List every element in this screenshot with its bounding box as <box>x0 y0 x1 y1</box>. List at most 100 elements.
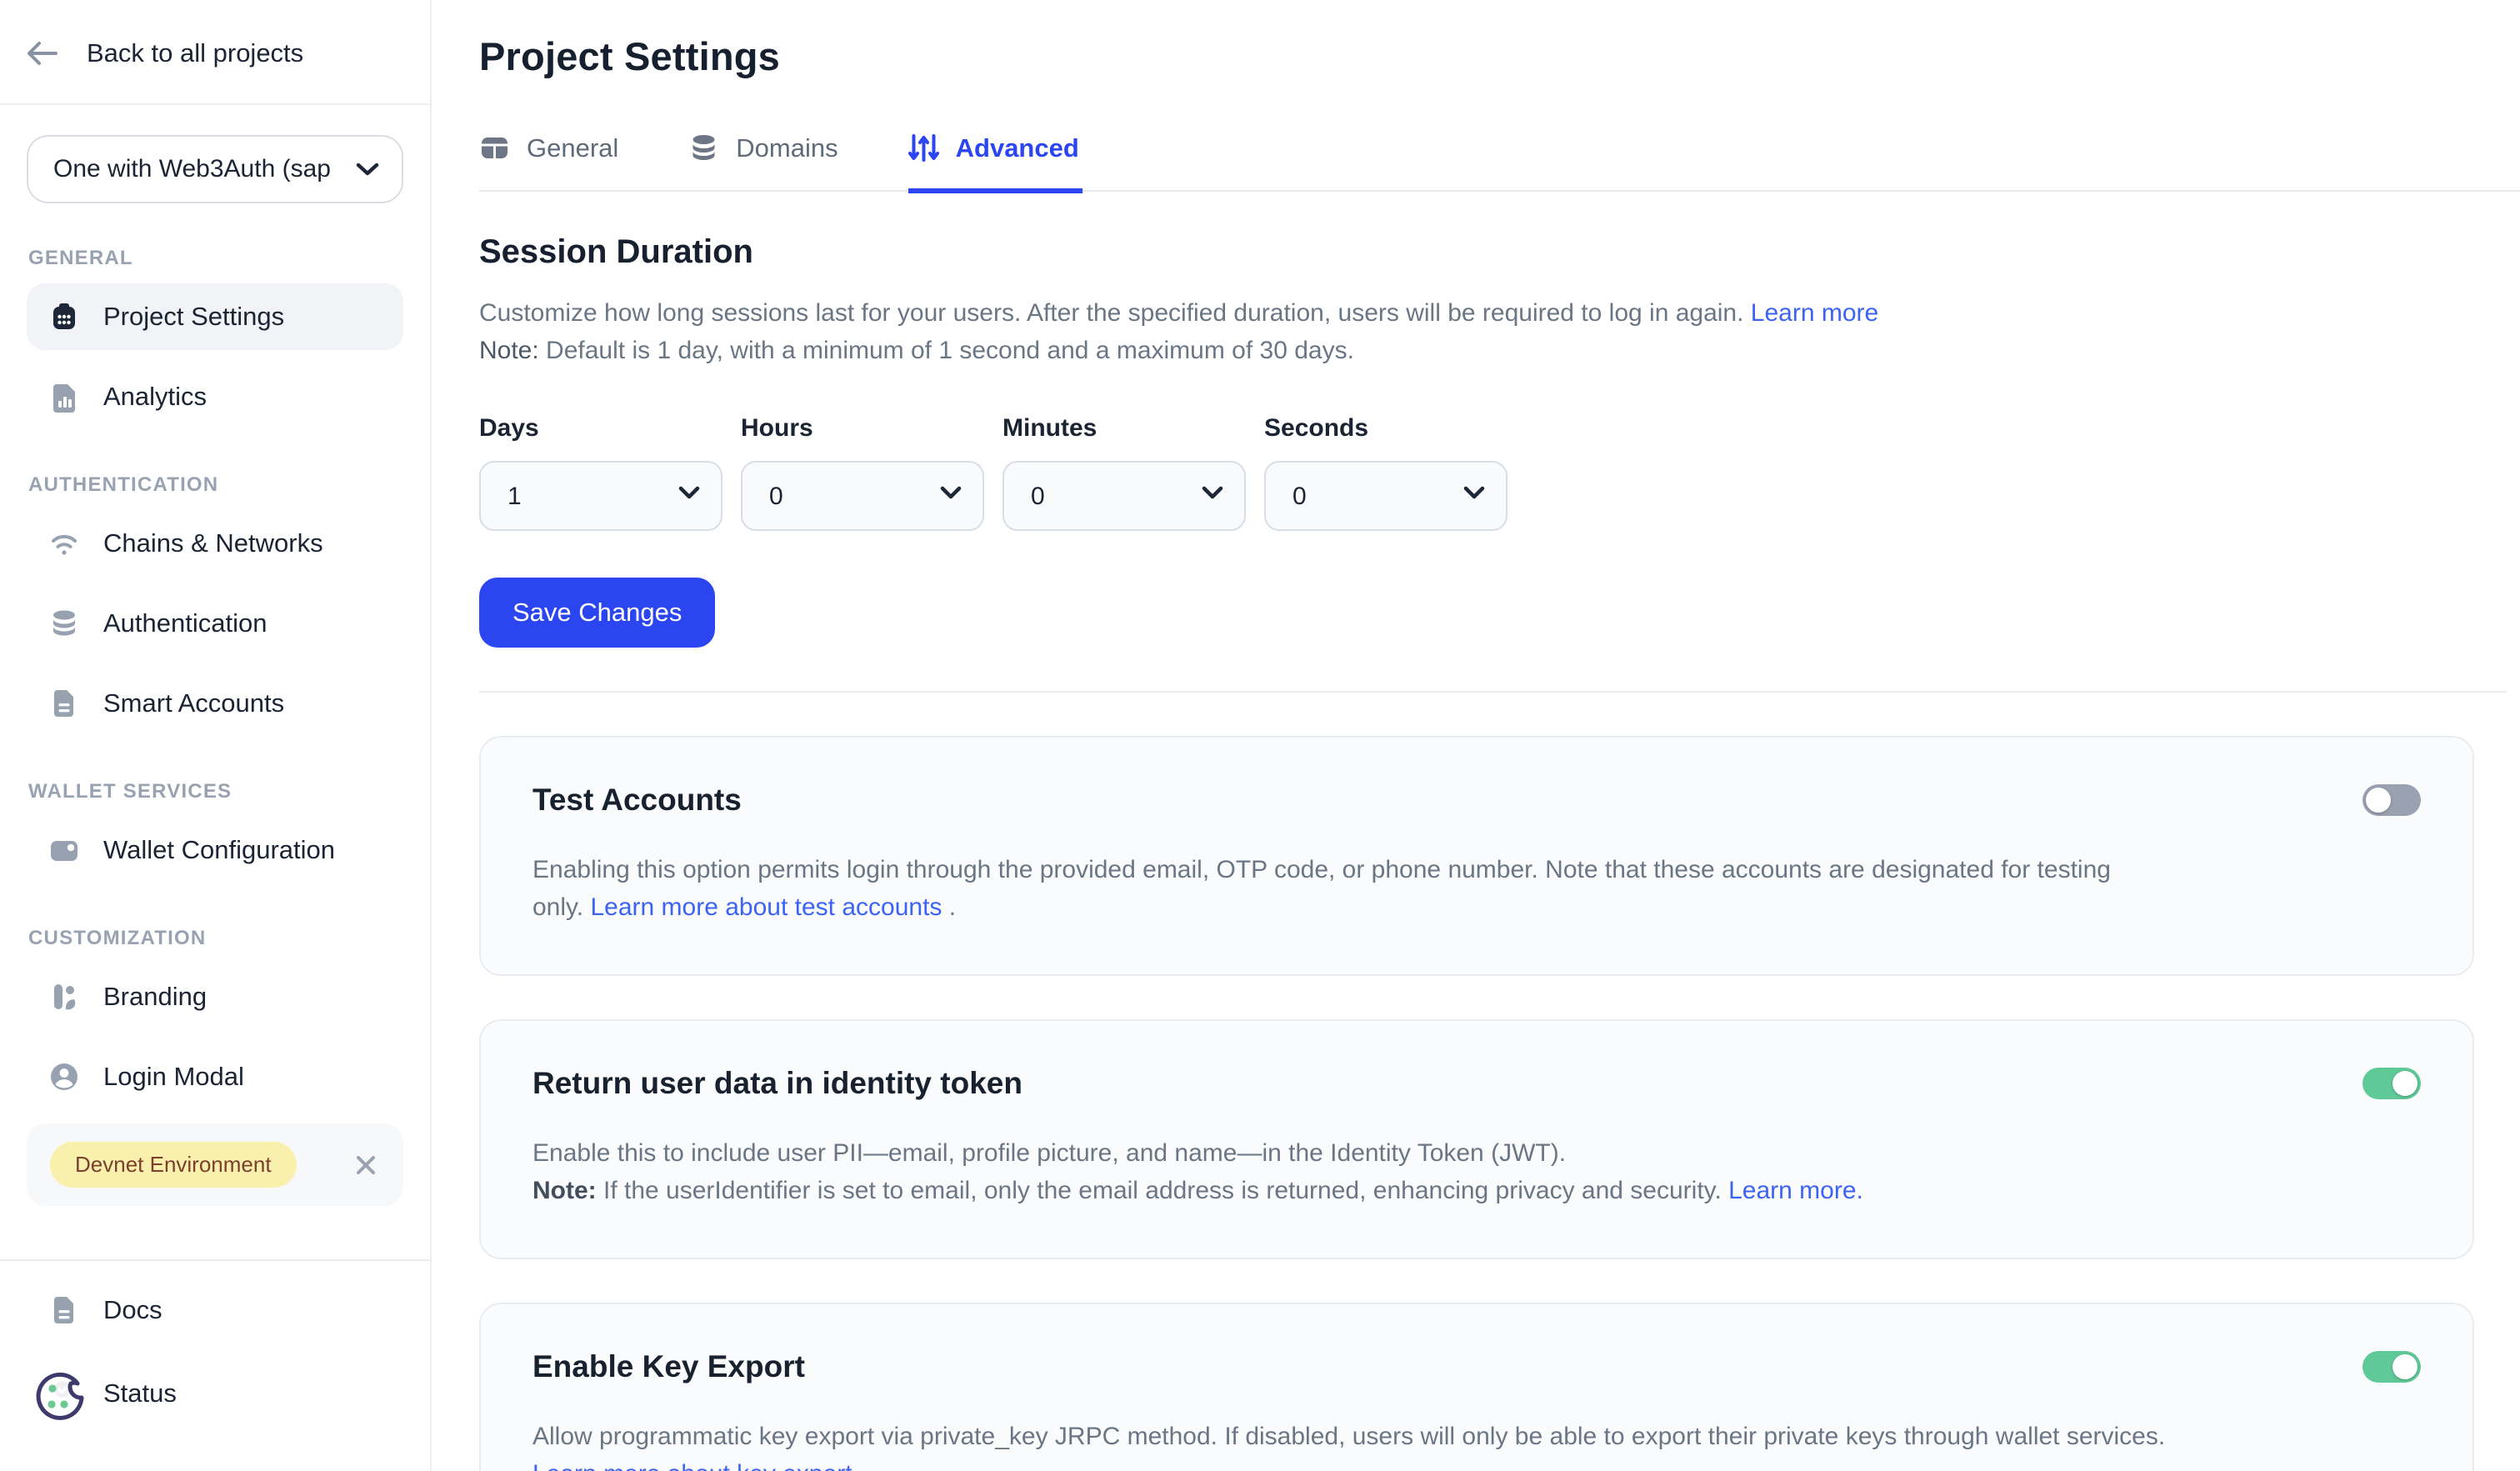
duration-fields: Days 1 Hours 0 Minutes <box>479 414 2520 531</box>
section-label-wallet-services: WALLET SERVICES <box>28 780 430 803</box>
footer-link-label: Status <box>103 1378 177 1408</box>
card-text: Enable this to include user PII—email, p… <box>532 1139 1566 1167</box>
seconds-field-group: Seconds 0 <box>1264 414 1508 531</box>
key-export-card: Enable Key Export Allow programmatic key… <box>479 1303 2474 1471</box>
minutes-label: Minutes <box>1002 414 1246 443</box>
sidebar-item-label: Smart Accounts <box>103 688 284 718</box>
sidebar-item-authentication[interactable]: Authentication <box>27 590 403 657</box>
sidebar-item-label: Authentication <box>103 608 267 638</box>
card-title: Enable Key Export <box>532 1349 805 1384</box>
environment-banner: Devnet Environment <box>27 1123 403 1206</box>
user-circle-icon <box>48 1061 80 1093</box>
footer-link-label: Docs <box>103 1295 162 1325</box>
database-icon <box>688 133 719 163</box>
hours-label: Hours <box>741 414 984 443</box>
days-select[interactable]: 1 <box>479 461 722 531</box>
document-icon <box>48 688 80 719</box>
sidebar-item-label: Wallet Configuration <box>103 835 335 865</box>
card-text: only. <box>532 893 590 921</box>
clipboard-icon <box>48 301 80 333</box>
sidebar-item-label: Analytics <box>103 382 207 412</box>
sidebar-item-login-modal[interactable]: Login Modal <box>27 1043 403 1110</box>
card-description: Allow programmatic key export via privat… <box>532 1418 2232 1471</box>
sidebar-item-label: Chains & Networks <box>103 528 323 558</box>
minutes-field-group: Minutes 0 <box>1002 414 1246 531</box>
chevron-down-icon <box>355 161 380 178</box>
database-icon <box>48 608 80 639</box>
card-text: If the userIdentifier is set to email, o… <box>597 1177 1728 1204</box>
sidebar-divider <box>0 1259 430 1261</box>
session-duration-description: Customize how long sessions last for you… <box>479 294 2520 369</box>
note-text: Default is 1 day, with a minimum of 1 se… <box>539 337 1354 364</box>
card-description: Enabling this option permits login throu… <box>532 851 2232 926</box>
sidebar-item-branding[interactable]: Branding <box>27 963 403 1030</box>
hours-select[interactable]: 0 <box>741 461 984 531</box>
card-text: Enabling this option permits login throu… <box>532 856 2111 883</box>
sidebar-item-docs[interactable]: Docs <box>27 1276 403 1344</box>
sidebar-item-label: Branding <box>103 982 207 1012</box>
tab-domains[interactable]: Domains <box>688 133 841 193</box>
card-description: Enable this to include user PII—email, p… <box>532 1134 2232 1209</box>
branding-palette-icon <box>48 981 80 1013</box>
sidebar-item-label: Project Settings <box>103 302 284 332</box>
section-label-customization: CUSTOMIZATION <box>28 927 430 950</box>
section-label-general: GENERAL <box>28 247 430 270</box>
hours-field-group: Hours 0 <box>741 414 984 531</box>
docs-icon <box>48 1294 80 1326</box>
note-prefix: Note: <box>479 337 539 364</box>
tab-bar: General Domains Advanced <box>479 133 2520 192</box>
note-prefix: Note: <box>532 1177 597 1204</box>
card-text: Allow programmatic key export via privat… <box>532 1423 2165 1450</box>
identity-token-toggle[interactable] <box>2362 1068 2421 1099</box>
wallet-icon <box>48 834 80 866</box>
tab-label: General <box>527 133 618 163</box>
tab-label: Domains <box>736 133 838 163</box>
sidebar-item-chains-networks[interactable]: Chains & Networks <box>27 510 403 577</box>
sidebar-item-wallet-configuration[interactable]: Wallet Configuration <box>27 817 403 883</box>
save-changes-button[interactable]: Save Changes <box>479 578 715 648</box>
tab-general[interactable]: General <box>479 133 622 193</box>
test-accounts-card: Test Accounts Enabling this option permi… <box>479 736 2474 976</box>
card-title: Return user data in identity token <box>532 1066 1022 1101</box>
learn-more-key-export-link[interactable]: Learn more about key export. <box>532 1460 859 1471</box>
seconds-select[interactable]: 0 <box>1264 461 1508 531</box>
days-field-group: Days 1 <box>479 414 722 531</box>
sidebar-item-analytics[interactable]: Analytics <box>27 363 403 430</box>
learn-more-identity-link[interactable]: Learn more. <box>1728 1177 1863 1204</box>
content-divider <box>479 691 2507 693</box>
sidebar-item-project-settings[interactable]: Project Settings <box>27 283 403 350</box>
days-label: Days <box>479 414 722 443</box>
main-content: Project Settings General Domains <box>432 0 2520 1471</box>
wifi-icon <box>48 528 80 559</box>
sidebar: Back to all projects One with Web3Auth (… <box>0 0 432 1471</box>
status-cookie-icon <box>33 1367 87 1420</box>
project-selector-value: One with Web3Auth (sap <box>53 155 331 183</box>
learn-more-test-accounts-link[interactable]: Learn more about test accounts <box>590 893 942 921</box>
tab-advanced[interactable]: Advanced <box>908 133 1082 193</box>
project-selector-dropdown[interactable]: One with Web3Auth (sap <box>27 135 403 203</box>
sidebar-item-label: Login Modal <box>103 1062 244 1092</box>
back-label: Back to all projects <box>87 38 303 68</box>
environment-badge: Devnet Environment <box>50 1142 297 1188</box>
back-to-projects-link[interactable]: Back to all projects <box>0 0 430 105</box>
sidebar-item-smart-accounts[interactable]: Smart Accounts <box>27 670 403 737</box>
arrow-left-icon <box>25 40 58 67</box>
seconds-label: Seconds <box>1264 414 1508 443</box>
table-icon <box>479 133 510 163</box>
card-text: . <box>942 893 956 921</box>
test-accounts-toggle[interactable] <box>2362 784 2421 816</box>
tab-label: Advanced <box>956 133 1079 163</box>
close-icon[interactable] <box>352 1151 380 1179</box>
analytics-chart-icon <box>48 381 80 413</box>
sidebar-item-status[interactable]: Status <box>27 1359 403 1428</box>
minutes-select[interactable]: 0 <box>1002 461 1246 531</box>
page-title: Project Settings <box>479 33 2520 79</box>
identity-token-card: Return user data in identity token Enabl… <box>479 1019 2474 1259</box>
learn-more-link[interactable]: Learn more <box>1751 299 1878 327</box>
key-export-toggle[interactable] <box>2362 1351 2421 1383</box>
section-label-authentication: AUTHENTICATION <box>28 473 430 497</box>
session-duration-heading: Session Duration <box>479 233 2520 271</box>
description-text: Customize how long sessions last for you… <box>479 299 1743 327</box>
app-window: Back to all projects One with Web3Auth (… <box>0 0 2520 1471</box>
sliders-icon <box>908 133 939 163</box>
